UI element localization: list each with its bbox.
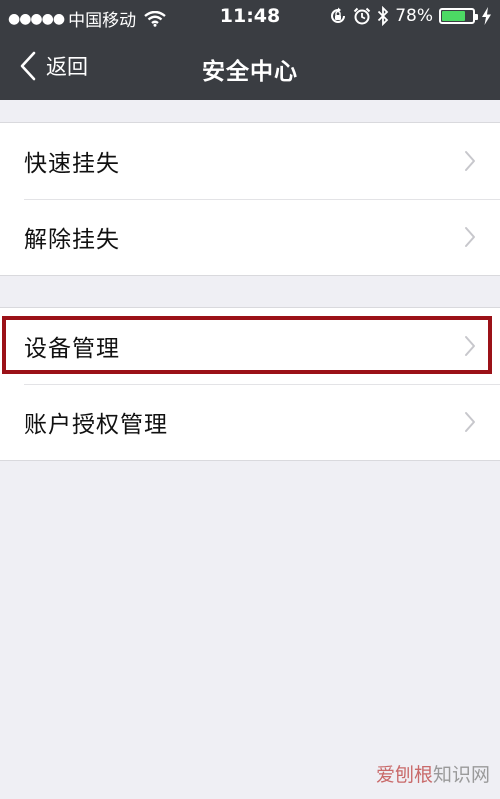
- bluetooth-icon: [378, 6, 389, 26]
- chevron-right-icon: [465, 151, 475, 171]
- battery-fill: [442, 11, 465, 21]
- menu-item-label: 账户授权管理: [24, 412, 168, 438]
- watermark-part-1: 爱刨根: [375, 764, 433, 786]
- menu-group-management: 设备管理 账户授权管理: [0, 307, 500, 461]
- lock-rotation-icon: [331, 7, 346, 23]
- status-bar: ●●●●● 中国移动 11:48 78%: [0, 0, 500, 34]
- battery-percent: 78%: [395, 6, 433, 26]
- chevron-right-icon: [465, 412, 475, 432]
- menu-item-cancel-loss-report[interactable]: 解除挂失: [0, 199, 500, 275]
- navigation-bar: 返回 安全中心: [0, 34, 500, 100]
- menu-item-label: 快速挂失: [24, 151, 120, 177]
- charging-icon: [482, 7, 491, 25]
- watermark-part-2: 知识网: [432, 764, 490, 786]
- chevron-right-icon: [465, 336, 475, 356]
- menu-item-device-management[interactable]: 设备管理: [0, 308, 500, 384]
- menu-item-account-authorization[interactable]: 账户授权管理: [0, 384, 500, 460]
- chevron-right-icon: [465, 227, 475, 247]
- menu-item-label: 设备管理: [24, 336, 120, 362]
- battery-icon: [439, 8, 478, 24]
- menu-group-loss-report: 快速挂失 解除挂失: [0, 122, 500, 276]
- menu-item-quick-loss-report[interactable]: 快速挂失: [0, 123, 500, 199]
- status-right: 78%: [329, 6, 492, 26]
- page-title: 安全中心: [202, 59, 298, 85]
- menu-item-label: 解除挂失: [24, 227, 120, 253]
- alarm-icon: [353, 7, 371, 25]
- watermark: 爱刨根知识网: [376, 760, 490, 787]
